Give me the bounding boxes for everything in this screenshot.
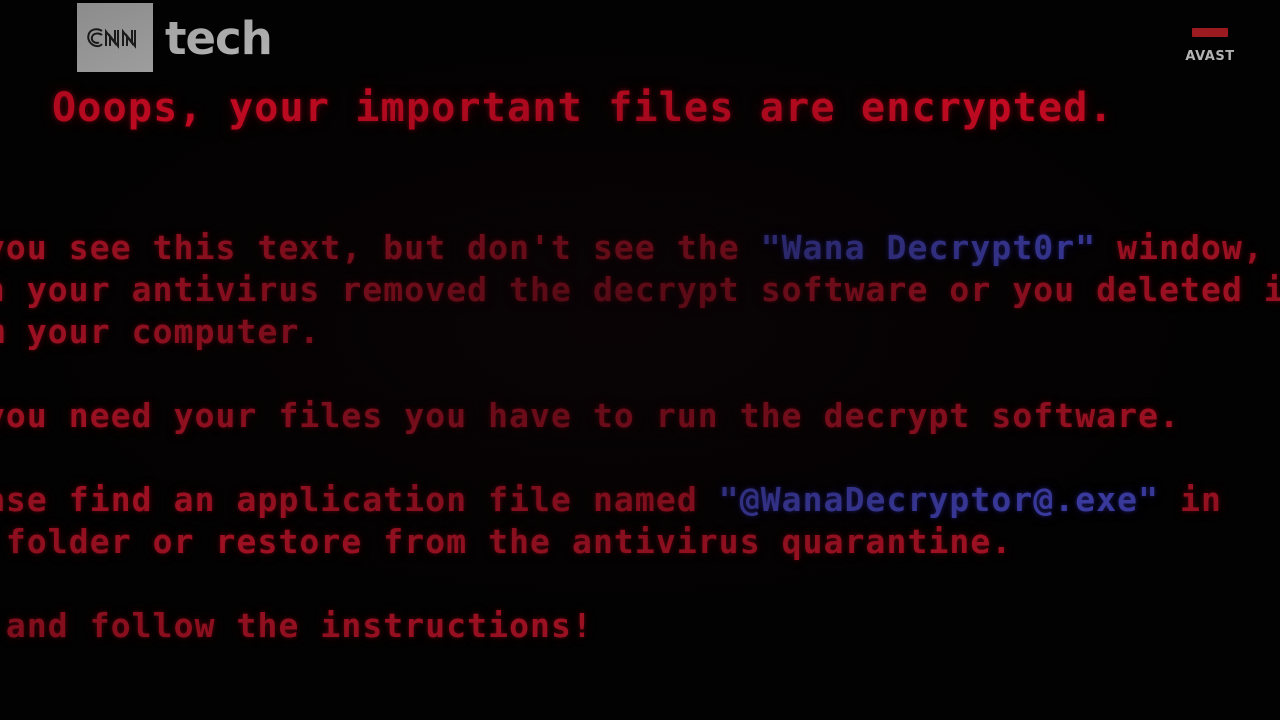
ransom-text-run: then your antivirus removed the decrypt … <box>0 270 1280 309</box>
ransom-text-run: Run and follow the instructions! <box>5 606 593 645</box>
ransom-text-run: from your computer. <box>0 312 321 351</box>
avast-label: Avast <box>1185 43 1235 65</box>
cnn-logo-mark <box>77 3 153 72</box>
ransom-text-run: Please find an application file named <box>0 480 719 519</box>
ransom-highlight-text: "@WanaDecryptor@.exe" <box>718 480 1160 519</box>
screenshot-root: Ooops, your important files are encrypte… <box>0 0 1280 720</box>
ransom-body-line: then your antivirus removed the decrypt … <box>0 269 1280 311</box>
ransom-text-run: any folder or restore from the antivirus… <box>0 522 1013 561</box>
avast-logo: Avast <box>1150 28 1270 64</box>
ransom-body-line: If you need your files you have to run t… <box>0 395 1280 437</box>
ransom-body-line: Run and follow the instructions! <box>0 605 1280 647</box>
ransom-body-line: If you see this text, but don't see the … <box>0 227 1280 269</box>
ransom-text-run: If you need your files you have to run t… <box>0 396 1181 435</box>
ransomware-note: Ooops, your important files are encrypte… <box>0 0 1280 720</box>
ransom-text-run: If you see this text, but don't see the <box>0 228 761 267</box>
cnn-letters-icon <box>87 27 136 49</box>
cnn-tech-logo: tech <box>77 3 273 72</box>
ransom-headline: Ooops, your important files are encrypte… <box>52 85 1114 131</box>
ransom-highlight-text: "Wana Decrypt0r" <box>760 228 1097 267</box>
cnn-tech-label: tech <box>165 12 273 65</box>
ransom-body-line: from your computer. <box>0 311 1280 353</box>
ransom-body-text: If you see this text, but don't see the … <box>0 227 1280 647</box>
ransom-text-run: in <box>1159 480 1223 519</box>
ransom-body-line: Please find an application file named "@… <box>0 479 1280 521</box>
ransom-body-line: any folder or restore from the antivirus… <box>0 521 1280 563</box>
avast-mark-icon <box>1192 28 1228 37</box>
ransom-text-run: window, <box>1096 228 1264 267</box>
